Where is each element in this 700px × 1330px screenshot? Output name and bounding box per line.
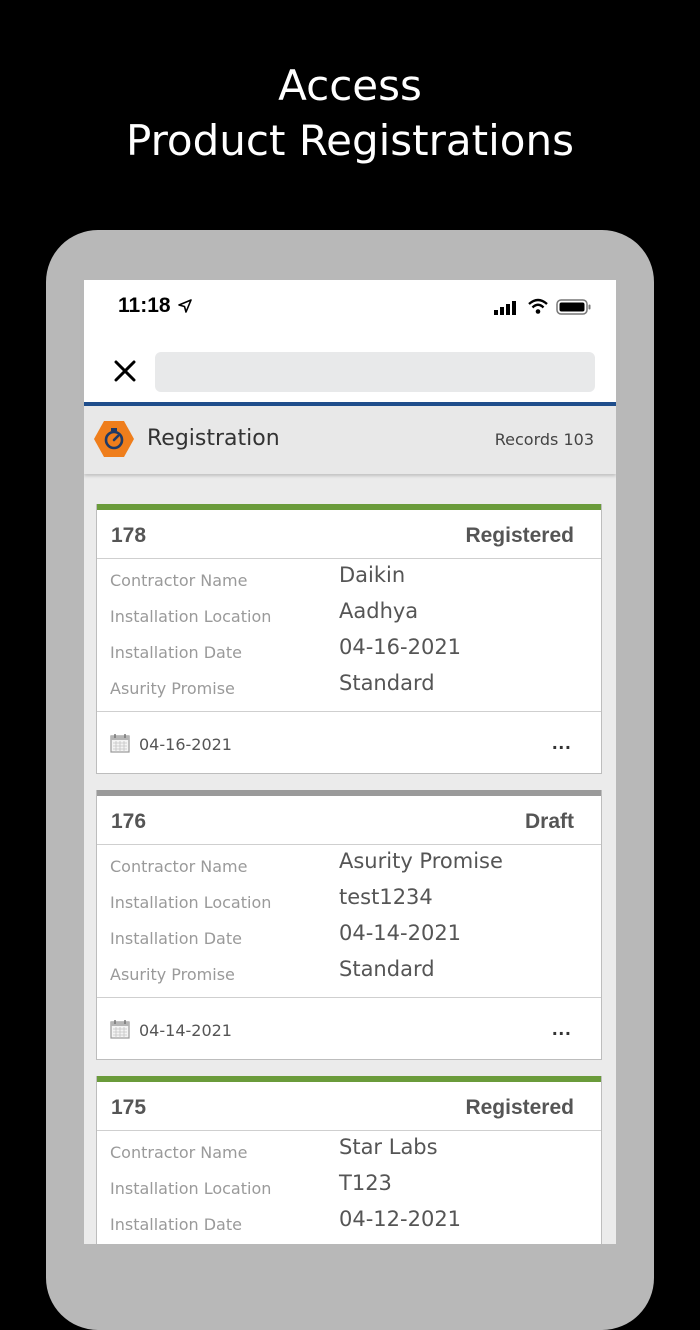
field-label: Contractor Name (110, 1143, 248, 1162)
field-row: Installation Location test1234 (97, 881, 601, 917)
registration-card[interactable]: 175 Registered Contractor Name Star Labs… (96, 1076, 602, 1244)
calendar-icon (110, 1020, 130, 1039)
card-header: 176 Draft (97, 796, 601, 845)
registration-card[interactable]: 178 Registered Contractor Name Daikin In… (96, 504, 602, 774)
field-value: Standard (339, 957, 435, 981)
page-title: Registration (147, 426, 280, 451)
battery-icon (556, 299, 591, 315)
card-header: 175 Registered (97, 1082, 601, 1131)
field-label: Installation Location (110, 607, 272, 626)
search-input[interactable] (155, 352, 595, 392)
field-row: Installation Location T123 (97, 1167, 601, 1203)
nav-bar (84, 336, 616, 406)
field-value: T123 (339, 1171, 392, 1195)
field-value: test1234 (339, 885, 433, 909)
field-label: Installation Date (110, 929, 242, 948)
more-options-button[interactable]: ... (552, 732, 572, 755)
field-row: Asurity Promise Standard (97, 667, 601, 703)
card-footer: 04-14-2021 ... (97, 998, 601, 1059)
wifi-icon (528, 298, 548, 314)
more-options-button[interactable]: ... (552, 1018, 572, 1041)
field-row: Contractor Name Asurity Promise (97, 845, 601, 881)
cellular-signal-icon (494, 301, 516, 315)
headline-line-1: Access (278, 61, 422, 110)
field-label: Contractor Name (110, 571, 248, 590)
field-label: Asurity Promise (110, 965, 235, 984)
calendar-icon (110, 734, 130, 753)
field-value: 04-14-2021 (339, 921, 462, 945)
card-details: Contractor Name Star Labs Installation L… (97, 1131, 601, 1244)
field-label: Installation Date (110, 1215, 242, 1234)
field-label: Installation Location (110, 1179, 272, 1198)
field-row: Installation Date 04-12-2021 (97, 1203, 601, 1239)
registration-id: 175 (111, 1096, 147, 1119)
records-count: Records 103 (494, 430, 594, 449)
field-label: Installation Date (110, 643, 242, 662)
location-arrow-icon (178, 299, 192, 313)
footer-date: 04-16-2021 (139, 735, 232, 754)
card-footer: 04-16-2021 ... (97, 712, 601, 773)
registration-header: Registration Records 103 (84, 406, 616, 474)
field-value: Star Labs (339, 1135, 438, 1159)
field-value: 04-12-2021 (339, 1207, 462, 1231)
field-value: Daikin (339, 563, 406, 587)
field-row: Asurity Promise Standard (97, 953, 601, 989)
field-row: Contractor Name Daikin (97, 559, 601, 595)
field-row: Installation Location Aadhya (97, 595, 601, 631)
field-label: Installation Location (110, 893, 272, 912)
field-label: Asurity Promise (110, 679, 235, 698)
headline-line-2: Product Registrations (126, 116, 574, 165)
field-row: Installation Date 04-14-2021 (97, 917, 601, 953)
field-label: Contractor Name (110, 857, 248, 876)
field-value: Standard (339, 671, 435, 695)
close-icon[interactable] (110, 356, 140, 386)
status-bar: 11:18 (84, 280, 616, 336)
field-value: Asurity Promise (339, 849, 503, 873)
field-value: Aadhya (339, 599, 419, 623)
footer-date: 04-14-2021 (139, 1021, 232, 1040)
status-time: 11:18 (118, 294, 171, 317)
status-label: Registered (465, 1096, 574, 1119)
field-row: Contractor Name Star Labs (97, 1131, 601, 1167)
status-label: Registered (465, 524, 574, 547)
card-details: Contractor Name Daikin Installation Loca… (97, 559, 601, 712)
phone-screen: 11:18 Registration Records 103 178 Regis… (84, 280, 616, 1244)
registration-app-icon (94, 421, 134, 457)
card-details: Contractor Name Asurity Promise Installa… (97, 845, 601, 998)
promo-headline: Access Product Registrations (0, 58, 700, 168)
registration-id: 176 (111, 810, 147, 833)
registration-id: 178 (111, 524, 147, 547)
registration-card[interactable]: 176 Draft Contractor Name Asurity Promis… (96, 790, 602, 1060)
status-label: Draft (524, 810, 574, 833)
field-value: 04-16-2021 (339, 635, 462, 659)
field-row: Installation Date 04-16-2021 (97, 631, 601, 667)
card-header: 178 Registered (97, 510, 601, 559)
